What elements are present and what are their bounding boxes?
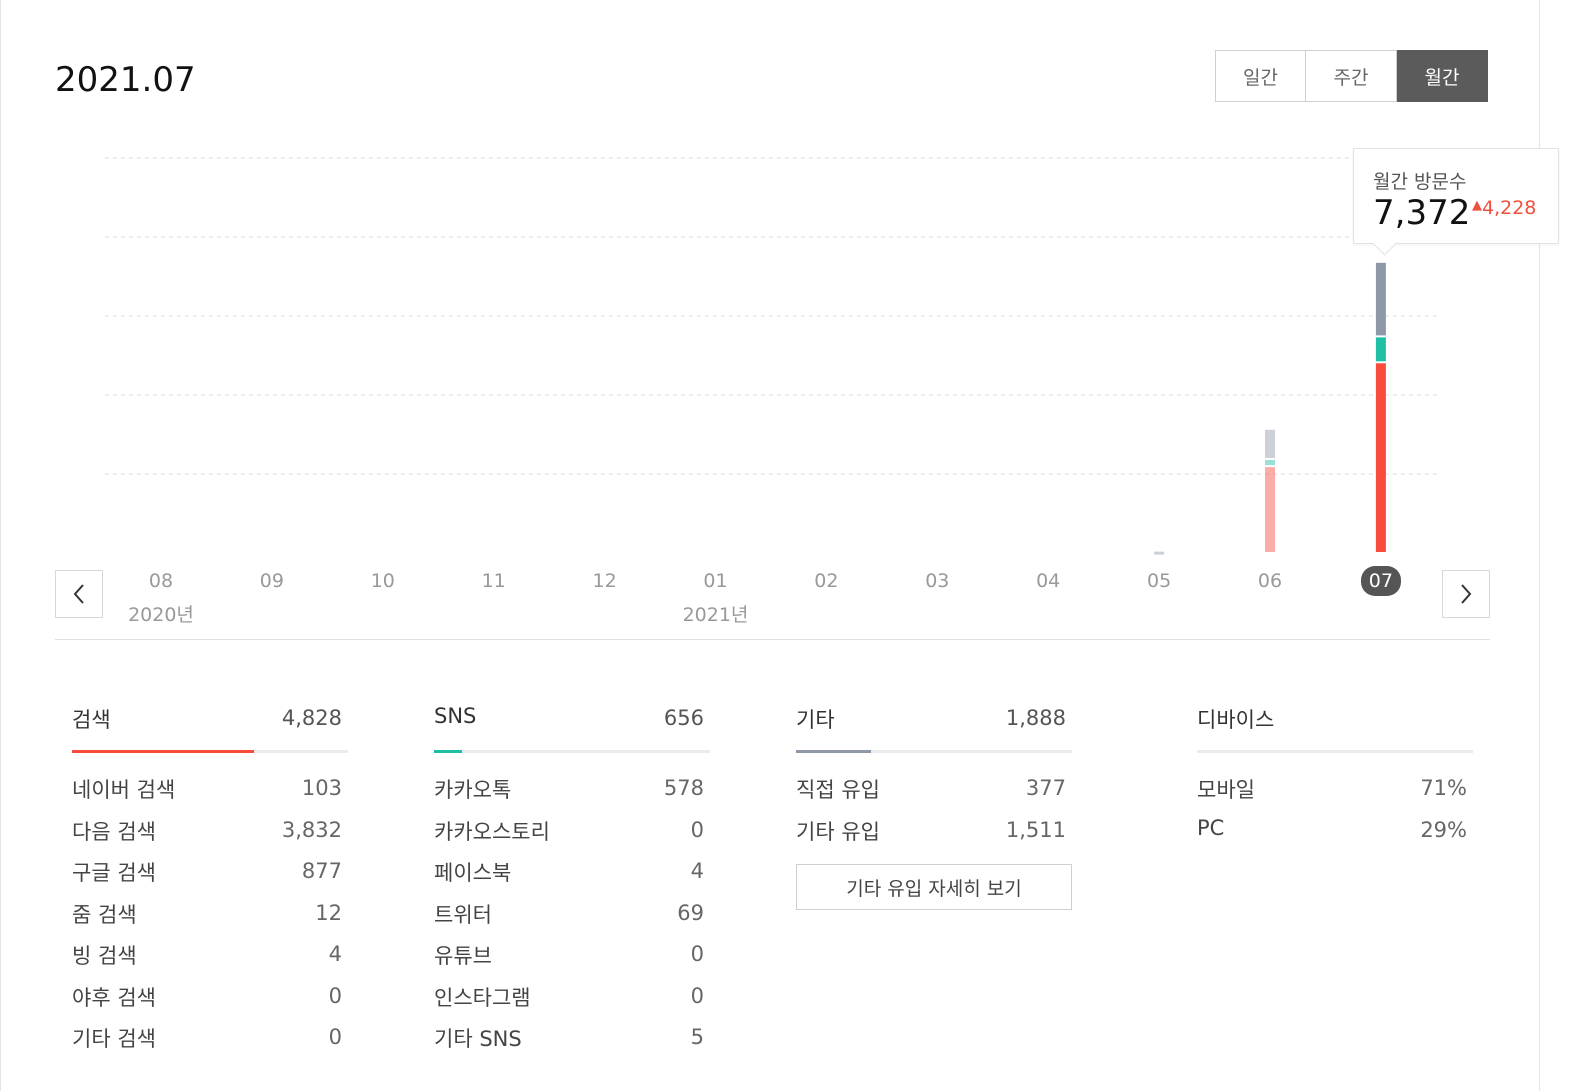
up-arrow-icon: ▲	[1472, 198, 1482, 213]
bar-search-07[interactable]	[1375, 363, 1386, 552]
x-tick-label[interactable]: 04	[1036, 570, 1060, 592]
x-tick-label[interactable]: 07	[1360, 566, 1401, 596]
sns-row: 트위터 69	[434, 877, 710, 927]
tooltip-label: 월간 방문수	[1373, 171, 1467, 193]
bar-sns-07[interactable]	[1375, 337, 1386, 362]
x-tick-label[interactable]: 05	[1147, 570, 1171, 592]
search-total: 4,828	[281, 706, 342, 730]
sns-title: SNS	[434, 704, 477, 728]
stat-device: 디바이스 모바일 71% PC 29%	[1197, 700, 1473, 842]
bar-search-06[interactable]	[1265, 467, 1275, 552]
search-row: 빙 검색 4	[72, 918, 348, 968]
search-row: 줌 검색 12	[72, 877, 348, 927]
x-tick-label[interactable]: 11	[482, 570, 506, 592]
sns-row: 페이스북 4	[434, 835, 710, 885]
visits-chart: 08 09 10 11 12 01 02 03 04 05 06 07 2020년 2021년	[0, 0, 1591, 640]
device-row-value: 29%	[1420, 817, 1467, 842]
other-total: 1,888	[1005, 706, 1066, 730]
year-label: 2021년	[682, 604, 749, 626]
visits-tooltip: 월간 방문수 7,372 ▲4,228	[1353, 148, 1559, 244]
tooltip-change-value: 4,228	[1482, 197, 1537, 219]
search-row-label: 기타 검색	[72, 1027, 156, 1051]
x-tick-label[interactable]: 10	[371, 570, 395, 592]
sns-total: 656	[663, 706, 704, 730]
x-tick-label[interactable]: 09	[260, 570, 284, 592]
x-tick-label[interactable]: 12	[593, 570, 617, 592]
search-row: 기타 검색 0	[72, 1001, 348, 1051]
bar-sns-06[interactable]	[1265, 459, 1275, 466]
next-button[interactable]	[1442, 570, 1490, 618]
stat-search: 검색 4,828 네이버 검색 103 다음 검색 3,832 구글 검색 877 줌 검색…	[72, 700, 348, 1051]
x-tick-label[interactable]: 02	[814, 570, 838, 592]
device-row-label: PC	[1197, 815, 1225, 840]
sns-row: 유튜브 0	[434, 918, 710, 968]
other-row-label: 기타 유입	[796, 819, 880, 844]
search-row: 야후 검색 0	[72, 960, 348, 1010]
other-title: 기타	[796, 708, 835, 732]
search-title: 검색	[72, 708, 111, 732]
tooltip-change: ▲4,228	[1472, 197, 1536, 219]
device-row: 모바일 71%	[1197, 752, 1473, 802]
other-detail-button[interactable]: 기타 유입 자세히 보기	[796, 864, 1072, 910]
bar-other-06[interactable]	[1265, 429, 1275, 458]
chevron-right-icon	[1461, 584, 1472, 604]
section-divider	[55, 639, 1490, 640]
year-label: 2020년	[128, 604, 194, 626]
bar-other-05[interactable]	[1154, 551, 1165, 555]
tooltip-value: 7,372	[1373, 193, 1471, 233]
stat-sns: SNS 656 카카오톡 578 카카오스토리 0 페이스북 4 트위터 69 유튜브 0 인스타그…	[434, 700, 710, 1051]
sns-row: 인스타그램 0	[434, 960, 710, 1010]
search-row: 다음 검색 3,832	[72, 794, 348, 844]
x-tick-label[interactable]: 08	[149, 570, 173, 592]
x-tick-label[interactable]: 06	[1258, 570, 1282, 592]
chevron-left-icon	[73, 584, 84, 604]
chart-canvas	[105, 157, 1437, 555]
bar-other-07[interactable]	[1375, 262, 1386, 336]
sns-row: 카카오스토리 0	[434, 794, 710, 844]
sns-row: 카카오톡 578	[434, 752, 710, 802]
x-tick-label[interactable]: 03	[925, 570, 949, 592]
search-row: 네이버 검색 103	[72, 752, 348, 802]
sns-row: 기타 SNS 5	[434, 1001, 710, 1051]
x-tick-label[interactable]: 01	[703, 570, 727, 592]
device-row: PC 29%	[1197, 794, 1473, 842]
other-row: 기타 유입 1,511	[796, 794, 1072, 844]
device-title: 디바이스	[1197, 708, 1275, 732]
other-row: 직접 유입 377	[796, 752, 1072, 802]
sns-row-value: 5	[690, 1025, 704, 1049]
prev-button[interactable]	[55, 570, 103, 618]
search-row-value: 0	[328, 1025, 342, 1049]
search-row: 구글 검색 877	[72, 835, 348, 885]
stat-other: 기타 1,888 직접 유입 377 기타 유입 1,511	[796, 700, 1072, 844]
other-row-value: 1,511	[1005, 817, 1066, 842]
sns-row-label: 기타 SNS	[434, 1027, 522, 1051]
